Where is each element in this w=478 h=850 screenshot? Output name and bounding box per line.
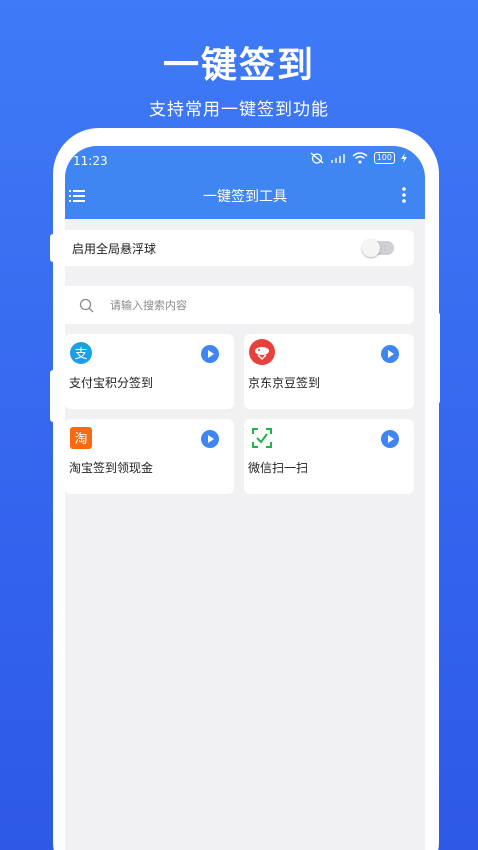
toggle-knob xyxy=(362,239,380,257)
float-ball-toggle[interactable] xyxy=(362,239,394,257)
toolbar-title: 一键签到工具 xyxy=(203,189,287,205)
play-icon[interactable] xyxy=(201,430,219,448)
jd-icon xyxy=(249,339,275,365)
wifi-icon xyxy=(352,152,368,164)
hero-subtitle: 支持常用一键签到功能 xyxy=(149,100,329,120)
tool-label: 淘宝签到领现金 xyxy=(69,461,154,475)
charging-icon xyxy=(401,153,407,163)
play-icon[interactable] xyxy=(381,345,399,363)
play-icon[interactable] xyxy=(381,430,399,448)
status-time: 11:23 xyxy=(73,154,108,168)
tool-card-alipay[interactable]: 支 支付宝积分签到 xyxy=(65,334,234,409)
search-icon xyxy=(79,298,94,312)
tool-card-taobao[interactable]: 淘 淘宝签到领现金 xyxy=(65,419,234,494)
tool-label: 支付宝积分签到 xyxy=(69,376,154,390)
app-bar: 11:23 100 一键签到工具 xyxy=(65,146,425,219)
tool-label: 微信扫一扫 xyxy=(248,461,309,475)
phone-side-button xyxy=(434,312,440,404)
search-input[interactable]: 请输入搜索内容 xyxy=(110,297,187,313)
hero-title: 一键签到 xyxy=(162,45,315,86)
phone-side-button xyxy=(50,370,56,422)
float-ball-label: 启用全局悬浮球 xyxy=(72,241,157,256)
app-screen: 11:23 100 一键签到工具 启用全局悬浮球 请输入搜索内容 支 支付宝积分… xyxy=(65,146,425,850)
alipay-icon: 支 xyxy=(70,342,92,364)
alarm-off-icon xyxy=(310,152,324,164)
battery-icon: 100 xyxy=(373,152,395,164)
more-vertical-icon[interactable] xyxy=(401,186,407,208)
taobao-icon: 淘 xyxy=(70,427,92,449)
status-icons: 100 xyxy=(310,152,407,164)
phone-side-button xyxy=(50,234,56,262)
wechat-scan-icon xyxy=(252,428,272,448)
play-icon[interactable] xyxy=(201,345,219,363)
tool-card-wechat-scan[interactable]: 微信扫一扫 xyxy=(244,419,414,494)
tool-card-jd[interactable]: 京东京豆签到 xyxy=(244,334,414,409)
search-bar[interactable]: 请输入搜索内容 xyxy=(65,286,414,324)
svg-text:支: 支 xyxy=(74,347,87,362)
svg-text:淘: 淘 xyxy=(74,432,87,447)
signal-icon xyxy=(330,154,345,163)
tool-label: 京东京豆签到 xyxy=(248,376,321,390)
float-ball-setting: 启用全局悬浮球 xyxy=(65,230,414,266)
